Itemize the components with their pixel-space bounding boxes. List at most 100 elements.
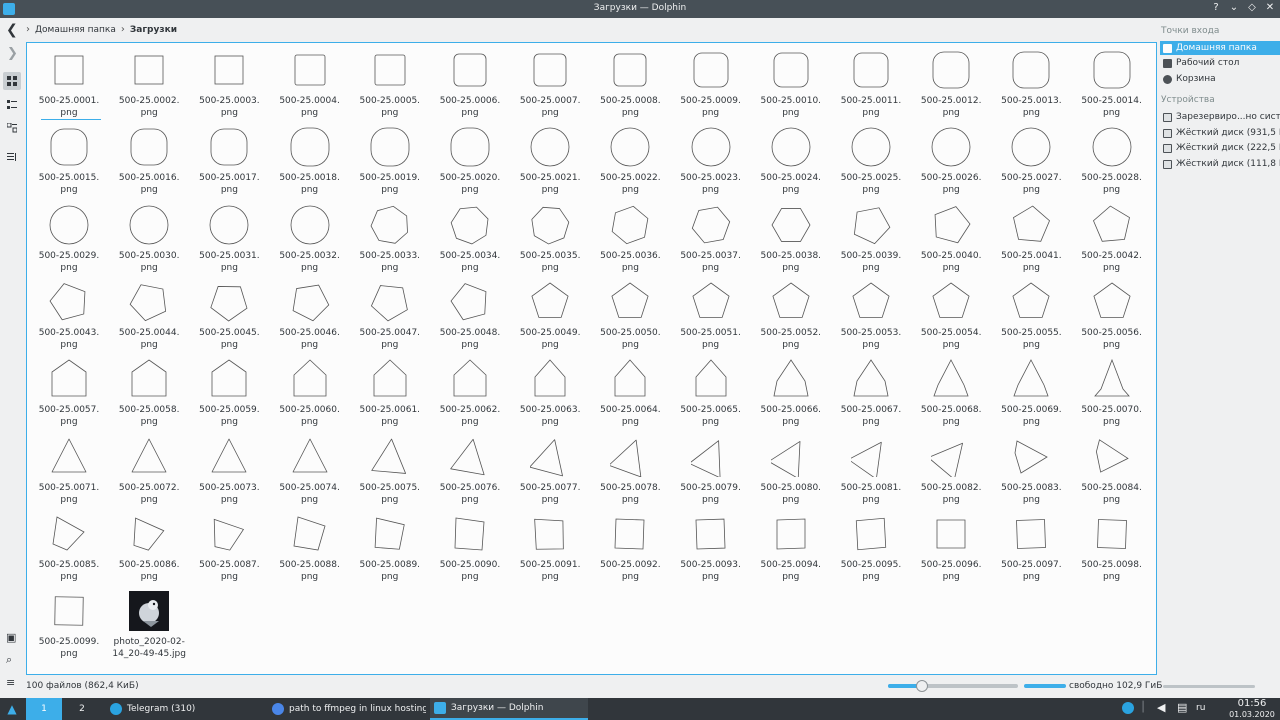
file-item[interactable]: 500-25.0005. png <box>350 43 430 120</box>
breadcrumb-current[interactable]: Загрузки <box>130 25 177 35</box>
task-telegram[interactable]: Telegram (310) <box>106 698 264 720</box>
file-item[interactable]: 500-25.0089. png <box>350 507 430 584</box>
file-item[interactable]: 500-25.0054. png <box>911 275 991 352</box>
file-item[interactable]: 500-25.0009. png <box>671 43 751 120</box>
file-item[interactable]: 500-25.0026. png <box>911 120 991 197</box>
file-item[interactable]: 500-25.0086. png <box>109 507 189 584</box>
file-item[interactable]: 500-25.0062. png <box>430 352 510 429</box>
file-item[interactable]: 500-25.0038. png <box>751 198 831 275</box>
device-item[interactable]: Жёсткий диск (111,8 Ги <box>1160 157 1280 171</box>
file-item[interactable]: 500-25.0032. png <box>270 198 350 275</box>
file-item[interactable]: 500-25.0043. png <box>29 275 109 352</box>
task-chrome[interactable]: path to ffmpeg in linux hosting ... <box>268 698 426 720</box>
file-item[interactable]: 500-25.0020. png <box>430 120 510 197</box>
keyboard-layout-indicator[interactable]: ru <box>1196 703 1205 713</box>
file-item[interactable]: 500-25.0077. png <box>510 430 590 507</box>
file-item[interactable]: 500-25.0016. png <box>109 120 189 197</box>
file-item[interactable]: 500-25.0030. png <box>109 198 189 275</box>
compact-view-button[interactable] <box>3 96 21 114</box>
help-button[interactable]: ? <box>1210 2 1222 13</box>
file-item[interactable]: 500-25.0070. png <box>1072 352 1152 429</box>
file-item[interactable]: 500-25.0051. png <box>671 275 751 352</box>
file-item[interactable]: 500-25.0002. png <box>109 43 189 120</box>
desktop-1-button[interactable]: 1 <box>26 698 62 720</box>
file-item[interactable]: 500-25.0059. png <box>189 352 269 429</box>
file-item[interactable]: 500-25.0004. png <box>270 43 350 120</box>
file-item[interactable]: 500-25.0029. png <box>29 198 109 275</box>
file-item[interactable]: 500-25.0058. png <box>109 352 189 429</box>
app-launcher-icon[interactable]: ▲ <box>0 698 24 720</box>
file-item[interactable]: 500-25.0024. png <box>751 120 831 197</box>
file-item[interactable]: 500-25.0025. png <box>831 120 911 197</box>
file-item[interactable]: 500-25.0085. png <box>29 507 109 584</box>
minimize-button[interactable]: ⌄ <box>1228 2 1240 13</box>
file-item[interactable]: 500-25.0064. png <box>590 352 670 429</box>
file-item[interactable]: 500-25.0046. png <box>270 275 350 352</box>
file-item[interactable]: 500-25.0035. png <box>510 198 590 275</box>
zoom-slider[interactable] <box>888 680 1018 692</box>
file-item[interactable]: 500-25.0099. png <box>29 584 109 661</box>
file-item[interactable]: 500-25.0037. png <box>671 198 751 275</box>
file-item[interactable]: 500-25.0019. png <box>350 120 430 197</box>
clock[interactable]: 01:56 01.03.2020 <box>1226 698 1278 719</box>
file-item[interactable]: 500-25.0048. png <box>430 275 510 352</box>
file-item[interactable]: 500-25.0041. png <box>991 198 1071 275</box>
place-trash[interactable]: Корзина <box>1160 72 1280 86</box>
file-item[interactable]: 500-25.0028. png <box>1072 120 1152 197</box>
file-item[interactable]: 500-25.0066. png <box>751 352 831 429</box>
search-icon[interactable]: ⌕ <box>6 653 12 667</box>
sort-button[interactable] <box>3 148 21 166</box>
desktop-2-button[interactable]: 2 <box>64 698 100 720</box>
file-item[interactable]: 500-25.0081. png <box>831 430 911 507</box>
file-item[interactable]: 500-25.0011. png <box>831 43 911 120</box>
file-item[interactable]: 500-25.0061. png <box>350 352 430 429</box>
file-item[interactable]: 500-25.0092. png <box>590 507 670 584</box>
file-item[interactable]: 500-25.0003. png <box>189 43 269 120</box>
file-item[interactable]: 500-25.0076. png <box>430 430 510 507</box>
scroll-indicator[interactable] <box>1163 685 1255 688</box>
file-item[interactable]: 500-25.0007. png <box>510 43 590 120</box>
file-item[interactable]: 500-25.0075. png <box>350 430 430 507</box>
file-view[interactable]: 500-25.0001. png 500-25.0002. png 500-25.000… <box>26 42 1157 675</box>
file-item[interactable]: 500-25.0065. png <box>671 352 751 429</box>
forward-arrow-icon[interactable]: ❯ <box>7 46 18 61</box>
details-view-button[interactable] <box>3 119 21 137</box>
file-item[interactable]: 500-25.0015. png <box>29 120 109 197</box>
place-desktop[interactable]: Рабочий стол <box>1160 56 1280 70</box>
file-item[interactable]: 500-25.0052. png <box>751 275 831 352</box>
file-item[interactable]: 500-25.0040. png <box>911 198 991 275</box>
file-item[interactable]: 500-25.0001. png <box>29 43 109 120</box>
maximize-button[interactable]: ◇ <box>1246 2 1258 13</box>
file-item[interactable]: 500-25.0031. png <box>189 198 269 275</box>
file-item[interactable]: 500-25.0018. png <box>270 120 350 197</box>
file-item[interactable]: 500-25.0096. png <box>911 507 991 584</box>
file-item[interactable]: 500-25.0044. png <box>109 275 189 352</box>
file-item[interactable]: 500-25.0008. png <box>590 43 670 120</box>
file-item[interactable]: 500-25.0083. png <box>991 430 1071 507</box>
file-item[interactable]: 500-25.0073. png <box>189 430 269 507</box>
device-item[interactable]: Зарезервиро...но систе <box>1160 110 1280 124</box>
telegram-tray-icon[interactable] <box>1122 702 1134 714</box>
network-icon[interactable]: ▤ <box>1177 701 1187 714</box>
file-item[interactable]: photo_2020-02- 14_20-49-45.jpg <box>109 584 189 661</box>
file-item[interactable]: 500-25.0056. png <box>1072 275 1152 352</box>
file-item[interactable]: 500-25.0080. png <box>751 430 831 507</box>
file-item[interactable]: 500-25.0047. png <box>350 275 430 352</box>
file-item[interactable]: 500-25.0057. png <box>29 352 109 429</box>
zoom-slider-handle[interactable] <box>915 680 928 692</box>
file-item[interactable]: 500-25.0014. png <box>1072 43 1152 120</box>
place-home[interactable]: Домашняя папка <box>1160 41 1280 55</box>
file-item[interactable]: 500-25.0022. png <box>590 120 670 197</box>
file-item[interactable]: 500-25.0074. png <box>270 430 350 507</box>
back-arrow-icon[interactable]: ❮ <box>6 22 18 38</box>
file-item[interactable]: 500-25.0079. png <box>671 430 751 507</box>
file-item[interactable]: 500-25.0078. png <box>590 430 670 507</box>
device-item[interactable]: Жёсткий диск (222,5 Ги <box>1160 141 1280 155</box>
file-item[interactable]: 500-25.0088. png <box>270 507 350 584</box>
device-item[interactable]: Жёсткий диск (931,5 Ги <box>1160 126 1280 140</box>
file-item[interactable]: 500-25.0098. png <box>1072 507 1152 584</box>
icons-view-button[interactable] <box>3 72 21 90</box>
file-item[interactable]: 500-25.0072. png <box>109 430 189 507</box>
file-item[interactable]: 500-25.0071. png <box>29 430 109 507</box>
file-item[interactable]: 500-25.0068. png <box>911 352 991 429</box>
